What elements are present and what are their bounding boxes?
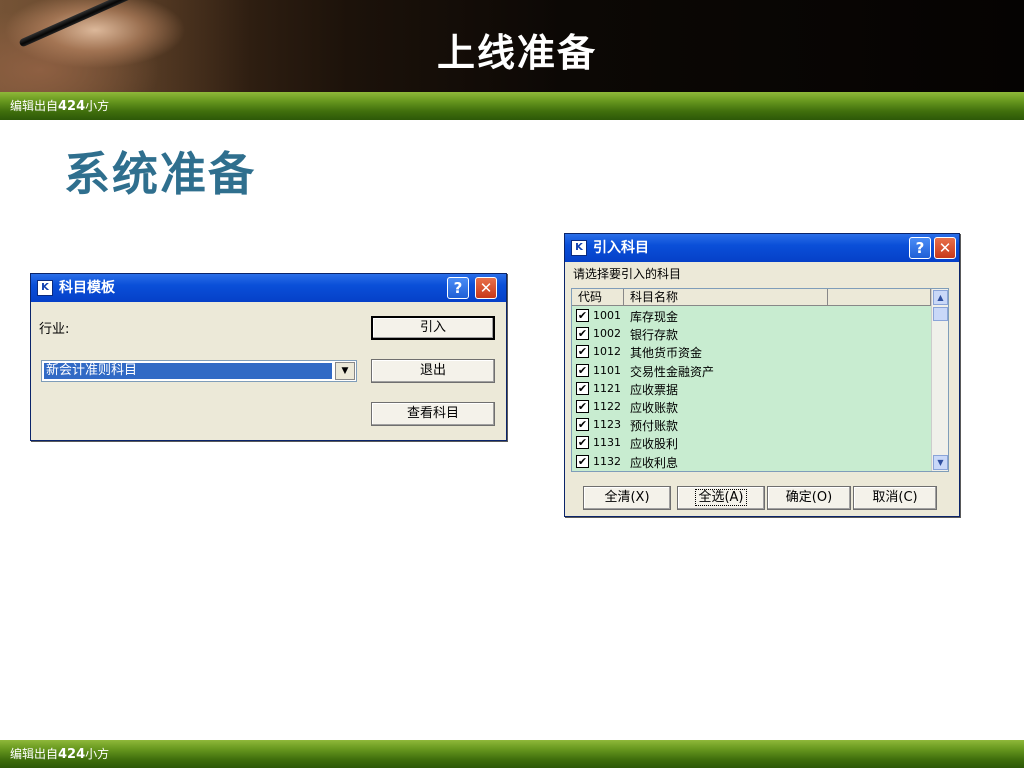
vertical-scrollbar[interactable]: ▲ ▼	[931, 289, 948, 471]
account-name: 应收股利	[630, 437, 679, 452]
checkbox[interactable]: ✔	[576, 327, 589, 341]
select-all-button[interactable]: 全选(A)	[677, 486, 765, 510]
account-name: 银行存款	[630, 328, 679, 343]
scroll-up-icon[interactable]: ▲	[933, 290, 948, 305]
import-button[interactable]: 引入	[371, 316, 495, 340]
close-button[interactable]: ✕	[475, 277, 497, 299]
list-item[interactable]: ✔ 1123 预付账款	[572, 416, 934, 434]
dialog-title: 科目模板	[59, 280, 115, 296]
help-button[interactable]: ?	[447, 277, 469, 299]
column-header-extra[interactable]	[828, 289, 931, 306]
import-accounts-dialog: K 引入科目 ? ✕ 请选择要引入的科目 代码 科目名称 ✔ 1001 库存现金 ✔ 1…	[564, 233, 960, 517]
scroll-thumb[interactable]	[933, 307, 948, 321]
account-code: 1121	[593, 381, 621, 395]
account-name: 库存现金	[630, 310, 679, 324]
account-code: 1001	[593, 309, 621, 322]
checkbox[interactable]: ✔	[576, 454, 589, 468]
list-item[interactable]: ✔ 1101 交易性金融资产	[572, 362, 934, 380]
column-header-code[interactable]: 代码	[572, 289, 624, 306]
account-code: 1122	[593, 399, 621, 413]
industry-selected-value: 新会计准则科目	[44, 363, 332, 379]
top-credit-bar: 编辑出自424小方	[0, 92, 1024, 120]
account-name: 交易性金融资产	[630, 364, 715, 379]
checkbox[interactable]: ✔	[576, 309, 589, 322]
checkbox[interactable]: ✔	[576, 436, 589, 450]
list-item[interactable]: ✔ 1002 银行存款	[572, 325, 934, 343]
scroll-down-icon[interactable]: ▼	[933, 455, 948, 470]
ok-button[interactable]: 确定(O)	[767, 486, 851, 510]
kingdee-app-icon: K	[571, 240, 587, 256]
account-code: 1131	[593, 436, 621, 450]
checkbox[interactable]: ✔	[576, 418, 589, 432]
list-item[interactable]: ✔ 1001 库存现金	[572, 307, 934, 325]
help-button[interactable]: ?	[909, 237, 931, 259]
column-header-name[interactable]: 科目名称	[624, 289, 828, 306]
slide-title: 上线准备	[436, 31, 597, 75]
accounts-list[interactable]: 代码 科目名称 ✔ 1001 库存现金 ✔ 1002 银行存款 ✔ 1012 其他货币资金 ✔ 11…	[571, 288, 949, 472]
account-name: 应收票据	[630, 382, 679, 397]
close-button[interactable]: ✕	[934, 237, 956, 259]
cancel-button[interactable]: 取消(C)	[853, 486, 937, 510]
list-item[interactable]: ✔ 1012 其他货币资金	[572, 343, 934, 361]
list-header: 代码 科目名称	[572, 289, 934, 306]
account-code: 1101	[593, 363, 621, 377]
account-name: 应收利息	[630, 455, 679, 470]
account-code: 1123	[593, 418, 621, 432]
section-heading: 系统准备	[64, 147, 256, 201]
dialog-title: 引入科目	[593, 240, 649, 256]
industry-label: 行业:	[39, 322, 70, 337]
view-accounts-button[interactable]: 查看科目	[371, 402, 495, 426]
checkbox[interactable]: ✔	[576, 381, 589, 395]
dialog-titlebar: K 引入科目 ? ✕	[565, 234, 959, 262]
checkbox[interactable]: ✔	[576, 363, 589, 377]
exit-button[interactable]: 退出	[371, 359, 495, 383]
bottom-credit-bar: 编辑出自424小方	[0, 740, 1024, 768]
account-name: 预付账款	[630, 419, 679, 434]
account-code: 1002	[593, 327, 621, 341]
account-name: 其他货币资金	[630, 346, 703, 361]
checkbox[interactable]: ✔	[576, 345, 589, 359]
account-template-dialog: K 科目模板 ? ✕ 行业: 新会计准则科目 ▼ 引入 退出 查看科目	[30, 273, 507, 441]
industry-select[interactable]: 新会计准则科目 ▼	[41, 360, 357, 382]
account-name: 应收账款	[630, 400, 679, 415]
select-prompt: 请选择要引入的科目	[573, 267, 682, 281]
account-code: 1132	[593, 454, 621, 468]
dialog-titlebar: K 科目模板 ? ✕	[31, 274, 506, 302]
chevron-down-icon[interactable]: ▼	[335, 362, 355, 380]
header-banner: 上线准备	[0, 0, 1024, 92]
accounts-rows: ✔ 1001 库存现金 ✔ 1002 银行存款 ✔ 1012 其他货币资金 ✔ 1101 交易性金融资…	[572, 307, 934, 471]
clear-all-button[interactable]: 全清(X)	[583, 486, 671, 510]
list-item[interactable]: ✔ 1132 应收利息	[572, 453, 934, 471]
list-item[interactable]: ✔ 1122 应收账款	[572, 398, 934, 416]
list-item[interactable]: ✔ 1131 应收股利	[572, 434, 934, 452]
account-code: 1012	[593, 345, 621, 359]
kingdee-app-icon: K	[37, 280, 53, 296]
checkbox[interactable]: ✔	[576, 399, 589, 413]
list-item[interactable]: ✔ 1121 应收票据	[572, 380, 934, 398]
